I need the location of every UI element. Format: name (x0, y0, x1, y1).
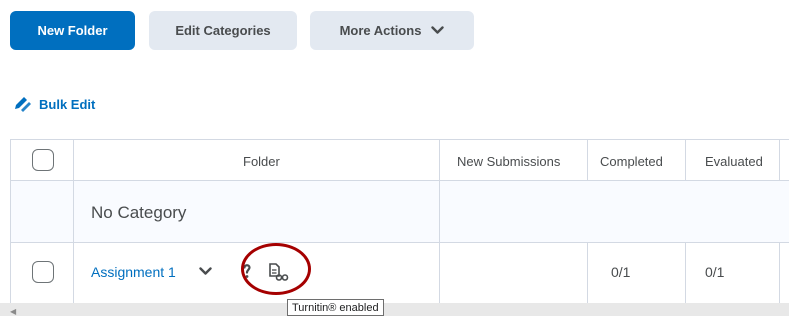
column-divider (587, 140, 588, 180)
column-divider (587, 242, 588, 303)
horizontal-scrollbar[interactable] (0, 303, 789, 316)
pencil-icon (15, 97, 31, 112)
new-folder-label: New Folder (37, 23, 108, 38)
more-actions-label: More Actions (339, 23, 422, 38)
header-completed[interactable]: Completed (600, 154, 663, 169)
evaluated-value: 0/1 (705, 264, 725, 280)
assignments-table: Folder New Submissions Completed Evaluat… (10, 139, 789, 303)
chevron-down-icon[interactable] (199, 267, 212, 276)
turnitin-tooltip: Turnitin® enabled (287, 299, 384, 316)
column-divider (73, 140, 74, 303)
category-label: No Category (91, 203, 187, 222)
assignment-link[interactable]: Assignment 1 (91, 264, 176, 280)
row-divider (11, 242, 789, 243)
scroll-left-arrow-icon[interactable]: ◀ (10, 307, 16, 316)
bulk-edit-link[interactable]: Bulk Edit (13, 96, 95, 112)
column-divider (685, 140, 686, 180)
new-folder-button[interactable]: New Folder (10, 11, 135, 50)
row-divider (11, 180, 789, 181)
column-divider (685, 242, 686, 303)
column-divider (779, 140, 780, 180)
table-header (11, 140, 789, 180)
column-divider (439, 140, 440, 303)
row-select-checkbox[interactable] (32, 261, 54, 283)
more-actions-button[interactable]: More Actions (310, 11, 474, 50)
edit-categories-label: Edit Categories (175, 23, 271, 38)
tooltip-text: Turnitin® enabled (292, 301, 379, 314)
edit-categories-button[interactable]: Edit Categories (149, 11, 297, 50)
header-evaluated[interactable]: Evaluated (705, 154, 763, 169)
chevron-down-icon (431, 26, 445, 34)
select-all-checkbox[interactable] (32, 149, 54, 171)
completed-value: 0/1 (611, 264, 631, 280)
bulk-edit-label: Bulk Edit (39, 96, 96, 112)
header-new-submissions[interactable]: New Submissions (457, 154, 560, 169)
highlight-circle (241, 243, 311, 295)
column-divider (779, 242, 780, 303)
header-folder[interactable]: Folder (243, 154, 280, 169)
